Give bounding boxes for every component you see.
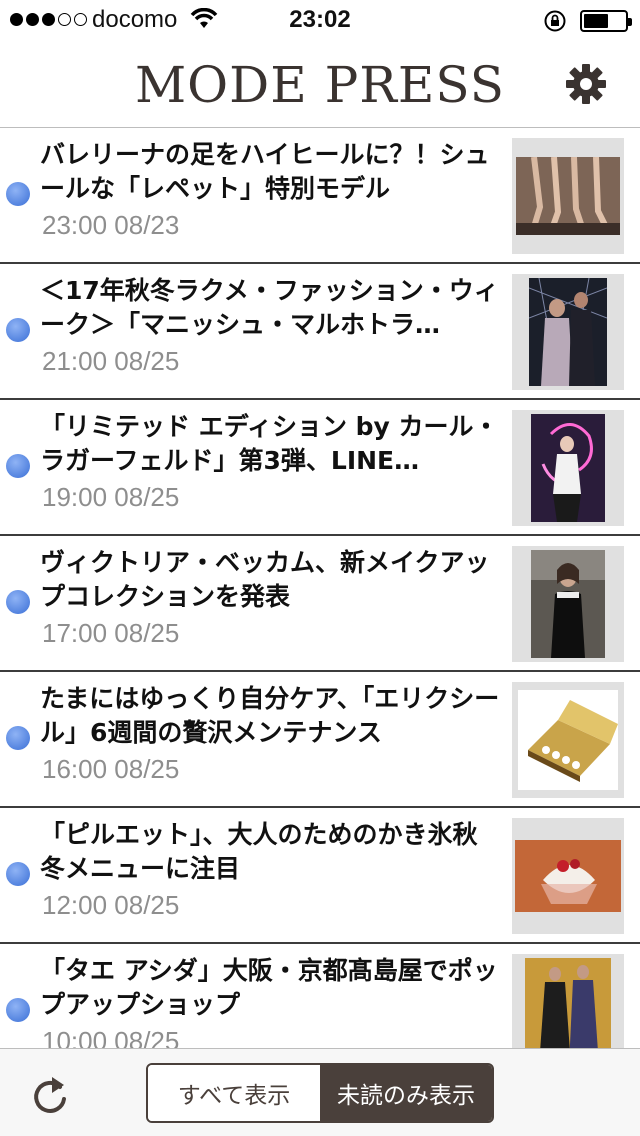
article-title: たまにはゆっくり自分ケア、「エリクシール」6週間の贅沢メンテナンス	[40, 684, 500, 747]
unread-indicator	[6, 726, 30, 750]
unread-indicator	[6, 998, 30, 1022]
article-thumbnail	[512, 682, 624, 798]
gear-icon[interactable]	[564, 62, 608, 106]
article-item[interactable]: 「ピルエット」、大人のためのかき氷秋冬メニューに注目 12:00 08/25	[0, 808, 640, 944]
article-item[interactable]: バレリーナの足をハイヒールに？！シュールな「レペット」特別モデル 23:00 0…	[0, 128, 640, 264]
article-thumbnail	[512, 410, 624, 526]
show-all-button[interactable]: すべて表示	[148, 1065, 320, 1121]
app-header: MODE PRESS	[0, 40, 640, 128]
article-title: 「タエ アシダ」大阪・京都髙島屋でポップアップショップ	[40, 956, 498, 1019]
article-item[interactable]: 「リミテッド エディション by カール・ラガーフェルド」第3弾、LINE… 1…	[0, 400, 640, 536]
article-list[interactable]: バレリーナの足をハイヒールに？！シュールな「レペット」特別モデル 23:00 0…	[0, 128, 640, 1048]
unread-indicator	[6, 318, 30, 342]
unread-indicator	[6, 590, 30, 614]
show-unread-button[interactable]: 未読のみ表示	[320, 1065, 492, 1121]
unread-indicator	[6, 182, 30, 206]
filter-segmented-control: すべて表示 未読のみ表示	[146, 1063, 494, 1123]
article-title: バレリーナの足をハイヒールに？！シュールな「レペット」特別モデル	[40, 140, 490, 203]
article-title: ＜17年秋冬ラクメ・ファッション・ウィーク＞「マニッシュ・マルホトラ…	[40, 276, 499, 339]
article-thumbnail	[512, 138, 624, 254]
article-time: 19:00 08/25	[42, 482, 180, 512]
rotation-lock-icon	[544, 10, 566, 32]
article-item[interactable]: たまにはゆっくり自分ケア、「エリクシール」6週間の贅沢メンテナンス 16:00 …	[0, 672, 640, 808]
article-time: 17:00 08/25	[42, 618, 180, 648]
refresh-icon[interactable]	[30, 1073, 70, 1117]
article-thumbnail	[512, 274, 624, 390]
article-time: 23:00 08/23	[42, 210, 180, 240]
app-logo: MODE PRESS	[134, 56, 506, 114]
article-item[interactable]: ヴィクトリア・ベッカム、新メイクアップコレクションを発表 17:00 08/25	[0, 536, 640, 672]
status-bar: docomo 23:02	[0, 0, 640, 40]
article-title: 「リミテッド エディション by カール・ラガーフェルド」第3弾、LINE…	[40, 412, 499, 475]
article-time: 21:00 08/25	[42, 346, 180, 376]
article-title: ヴィクトリア・ベッカム、新メイクアップコレクションを発表	[40, 548, 490, 611]
article-time: 10:00 08/25	[42, 1026, 180, 1048]
unread-indicator	[6, 454, 30, 478]
unread-indicator	[6, 862, 30, 886]
article-title: 「ピルエット」、大人のためのかき氷秋冬メニューに注目	[40, 820, 478, 883]
article-thumbnail	[512, 818, 624, 934]
battery-icon	[580, 10, 632, 32]
article-time: 16:00 08/25	[42, 754, 180, 784]
bottom-toolbar: すべて表示 未読のみ表示	[0, 1048, 640, 1136]
article-item[interactable]: ＜17年秋冬ラクメ・ファッション・ウィーク＞「マニッシュ・マルホトラ… 21:0…	[0, 264, 640, 400]
article-time: 12:00 08/25	[42, 890, 180, 920]
article-item[interactable]: 「タエ アシダ」大阪・京都髙島屋でポップアップショップ 10:00 08/25	[0, 944, 640, 1048]
article-thumbnail	[512, 954, 624, 1048]
article-thumbnail	[512, 546, 624, 662]
